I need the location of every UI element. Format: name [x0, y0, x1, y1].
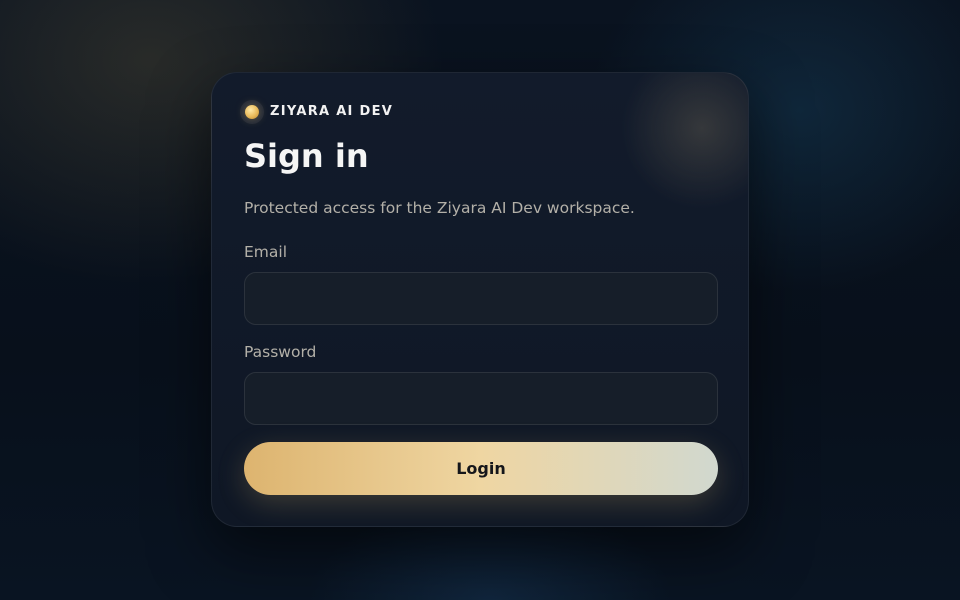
password-label: Password — [244, 343, 317, 361]
email-field[interactable] — [244, 272, 718, 325]
login-card: ZIYARA AI DEV Sign in Protected access f… — [211, 72, 749, 527]
page-title: Sign in — [244, 137, 369, 175]
brand: ZIYARA AI DEV — [241, 104, 393, 119]
brand-dot-icon — [245, 104, 259, 119]
page-subtitle: Protected access for the Ziyara AI Dev w… — [244, 199, 635, 217]
password-field[interactable] — [244, 372, 718, 425]
login-button[interactable]: Login — [244, 442, 718, 495]
brand-name: ZIYARA AI DEV — [270, 104, 394, 119]
email-label: Email — [244, 243, 288, 261]
